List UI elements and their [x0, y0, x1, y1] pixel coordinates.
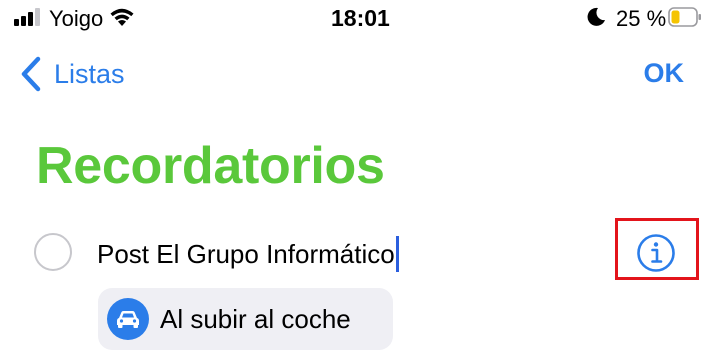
- car-icon: [107, 298, 149, 340]
- list-title: Recordatorios: [36, 137, 385, 195]
- wifi-icon: [110, 8, 134, 26]
- reminder-row: Post El Grupo Informático: [0, 226, 720, 282]
- signal-bars-icon: [14, 8, 40, 26]
- battery-icon: [668, 7, 701, 27]
- back-button[interactable]: Listas: [20, 54, 125, 94]
- location-chip-label: Al subir al coche: [160, 303, 351, 334]
- complete-checkbox[interactable]: [34, 233, 72, 271]
- reminder-title-text: Post El Grupo Informático: [97, 238, 395, 269]
- text-cursor: [395, 236, 399, 272]
- battery-percentage: 25 %: [616, 6, 667, 31]
- carrier-name: Yoigo: [49, 6, 104, 31]
- status-bar: Yoigo 18:01 25 %: [0, 0, 720, 38]
- moon-icon: [587, 7, 605, 26]
- back-button-label: Listas: [54, 58, 125, 89]
- reminder-title-field[interactable]: Post El Grupo Informático: [97, 236, 399, 272]
- info-icon[interactable]: [636, 233, 676, 273]
- ok-button[interactable]: OK: [644, 58, 685, 89]
- chevron-left-icon: [21, 56, 41, 92]
- clock: 18:01: [331, 5, 390, 31]
- location-trigger-chip[interactable]: Al subir al coche: [98, 288, 393, 350]
